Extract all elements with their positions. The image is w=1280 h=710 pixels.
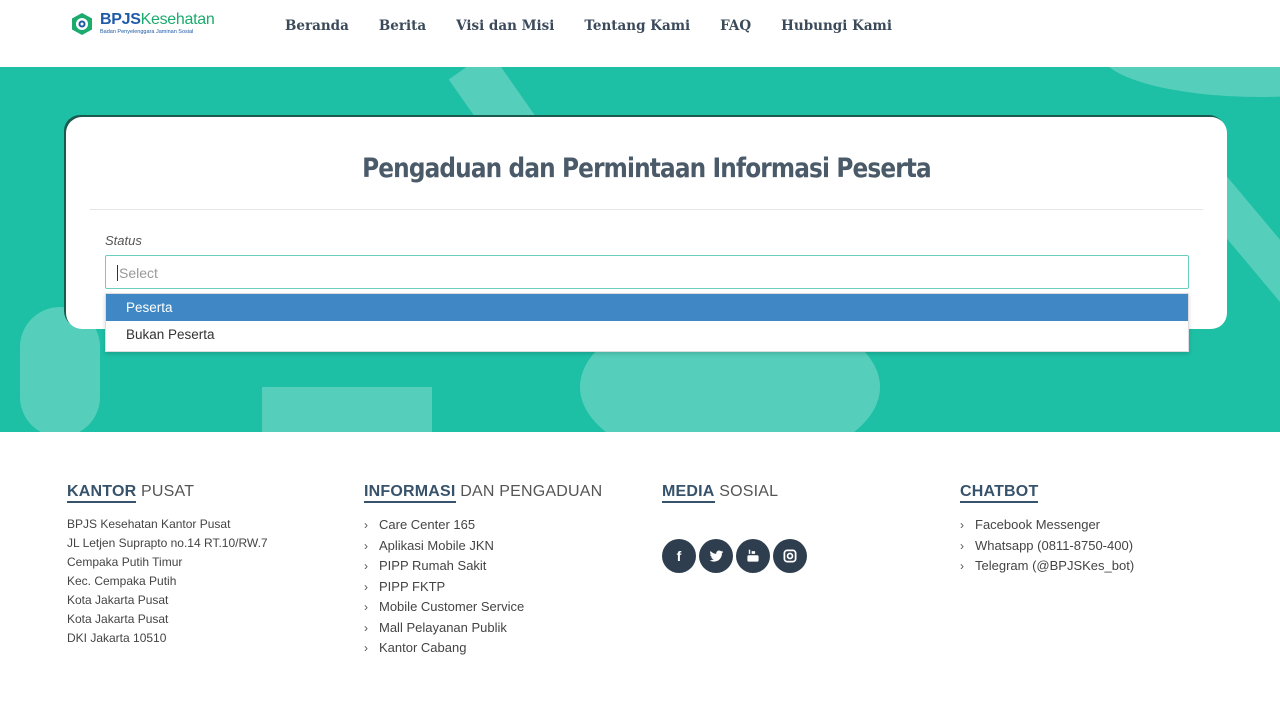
instagram-icon[interactable] <box>773 539 807 573</box>
footer-informasi-title: INFORMASI DAN PENGADUAN <box>364 483 602 503</box>
footer-chatbot: CHATBOT › Facebook Messenger › Whatsapp (0… <box>960 483 1134 577</box>
option-bukan-peserta[interactable]: Bukan Peserta <box>106 321 1188 348</box>
form-title: Pengaduan dan Permintaan Informasi Peser… <box>362 153 932 184</box>
chevron-right-icon: › <box>364 600 368 614</box>
link-mobile-customer-service[interactable]: › Mobile Customer Service <box>364 597 602 618</box>
status-label: Status <box>105 233 142 248</box>
link-telegram[interactable]: › Telegram (@BPJSKes_bot) <box>960 556 1134 577</box>
link-whatsapp[interactable]: › Whatsapp (0811-8750-400) <box>960 536 1134 557</box>
chevron-right-icon: › <box>960 538 964 553</box>
nav-hubungi-kami[interactable]: Hubungi Kami <box>781 18 892 34</box>
site-footer: KANTOR PUSAT BPJS Kesehatan Kantor Pusat… <box>0 432 1280 710</box>
youtube-icon[interactable] <box>736 539 770 573</box>
chevron-right-icon: › <box>364 641 368 655</box>
footer-informasi: INFORMASI DAN PENGADUAN › Care Center 165… <box>364 483 602 659</box>
nav-faq[interactable]: FAQ <box>720 18 751 34</box>
status-select[interactable]: Select <box>105 255 1189 289</box>
background-shape <box>262 387 432 432</box>
background-shape <box>1100 67 1280 97</box>
nav-berita[interactable]: Berita <box>379 18 426 34</box>
chevron-right-icon: › <box>364 579 368 594</box>
chevron-right-icon: › <box>960 518 964 532</box>
brand-name: BPJSKesehatan <box>100 11 215 29</box>
office-address: BPJS Kesehatan Kantor Pusat JL Letjen Su… <box>67 517 268 645</box>
footer-media-sosial: MEDIA SOSIAL f <box>662 483 810 573</box>
bpjs-logo-icon <box>72 13 92 35</box>
link-pipp-rumah-sakit[interactable]: › PIPP Rumah Sakit <box>364 556 602 577</box>
social-icons: f <box>662 539 810 573</box>
chevron-right-icon: › <box>364 538 368 553</box>
text-caret <box>117 265 118 281</box>
chatbot-links: › Facebook Messenger › Whatsapp (0811-8750… <box>960 515 1134 577</box>
status-dropdown-menu: Peserta Bukan Peserta <box>105 293 1189 352</box>
informasi-links: › Care Center 165 › Aplikasi Mobile JKN › P… <box>364 515 602 659</box>
link-kantor-cabang[interactable]: › Kantor Cabang <box>364 638 602 659</box>
link-care-center[interactable]: › Care Center 165 <box>364 515 602 536</box>
footer-chatbot-title: CHATBOT <box>960 483 1134 503</box>
link-facebook-messenger[interactable]: › Facebook Messenger <box>960 515 1134 536</box>
status-select-placeholder: Select <box>119 265 158 281</box>
twitter-icon[interactable] <box>699 539 733 573</box>
facebook-icon[interactable]: f <box>662 539 696 573</box>
option-peserta[interactable]: Peserta <box>106 294 1188 321</box>
chevron-right-icon: › <box>364 559 368 573</box>
nav-visi-dan-misi[interactable]: Visi dan Misi <box>456 18 554 34</box>
chevron-right-icon: › <box>364 620 368 635</box>
footer-kantor-pusat: KANTOR PUSAT BPJS Kesehatan Kantor Pusat… <box>67 483 268 648</box>
brand-subtitle: Badan Penyelenggara Jaminan Sosial <box>100 29 194 36</box>
footer-kantor-title: KANTOR PUSAT <box>67 483 268 503</box>
main-nav: Beranda Berita Visi dan Misi Tentang Kam… <box>285 18 922 34</box>
bpjs-logo[interactable]: BPJSKesehatan Badan Penyelenggara Jamina… <box>70 11 215 36</box>
divider <box>90 209 1203 210</box>
site-header: BPJSKesehatan Badan Penyelenggara Jamina… <box>0 0 1280 67</box>
footer-media-title: MEDIA SOSIAL <box>662 483 810 503</box>
chevron-right-icon: › <box>960 559 964 573</box>
link-aplikasi-mobile-jkn[interactable]: › Aplikasi Mobile JKN <box>364 536 602 557</box>
nav-beranda[interactable]: Beranda <box>285 18 349 34</box>
link-pipp-fktp[interactable]: › PIPP FKTP <box>364 577 602 598</box>
chevron-right-icon: › <box>364 518 368 532</box>
link-mall-pelayanan-publik[interactable]: › Mall Pelayanan Publik <box>364 618 602 639</box>
nav-tentang-kami[interactable]: Tentang Kami <box>584 18 690 34</box>
